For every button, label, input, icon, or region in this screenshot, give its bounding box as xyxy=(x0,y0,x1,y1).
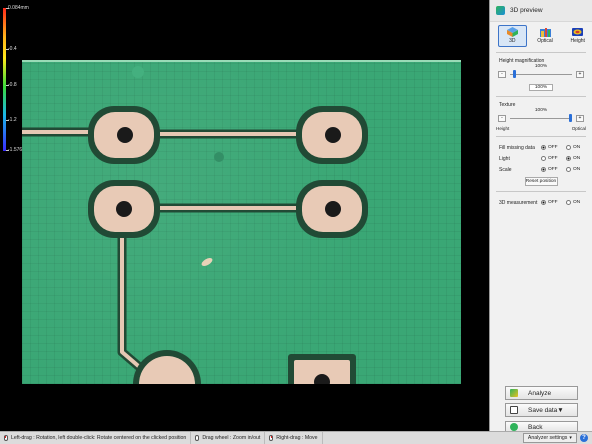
mouse-right-icon xyxy=(269,435,274,441)
status-text: Left-drag : Rotation, left double-click:… xyxy=(11,435,187,441)
radio-dot xyxy=(541,200,546,205)
analyze-label: Analyze xyxy=(528,389,552,397)
radio-dot xyxy=(541,167,546,172)
fill-missing-data-on-radio[interactable]: ON xyxy=(566,145,591,150)
radio-label: OFF xyxy=(548,156,558,161)
options-list: Fill missing data OFF ON Light OFF ON Scale OFF… xyxy=(490,142,592,175)
texture-increase-button[interactable]: + xyxy=(576,115,584,122)
height-magnification-input[interactable]: 100% xyxy=(529,84,553,91)
radio-dot xyxy=(541,145,546,150)
save-data-button[interactable]: Save data▼ xyxy=(505,403,578,417)
mode-3d-button[interactable]: 3D xyxy=(498,25,527,47)
colorbar-label-min: -1.576 xyxy=(8,147,23,153)
radio-dot xyxy=(566,200,571,205)
status-right-drag: Right-drag : Move xyxy=(265,432,323,444)
mode-label: 3D xyxy=(509,38,516,44)
analyzer-settings-label: Analyzer settings xyxy=(527,435,568,441)
light-on-radio[interactable]: ON xyxy=(566,156,591,161)
colorbar-label-max: 0.084mm xyxy=(8,5,29,11)
colorbar-label: -1.2 xyxy=(8,117,17,123)
analyze-button[interactable]: Analyze xyxy=(505,386,578,400)
mouse-left-icon xyxy=(4,435,8,441)
option-row: Fill missing data OFF ON xyxy=(490,142,592,153)
save-icon xyxy=(510,406,518,414)
radio-label: ON xyxy=(573,167,581,172)
texture-right-label: Optical xyxy=(571,126,586,131)
scale-on-radio[interactable]: ON xyxy=(566,167,591,172)
option-row: Light OFF ON xyxy=(490,153,592,164)
height-colorbar xyxy=(3,8,6,151)
radio-dot xyxy=(541,156,546,161)
height-magnification-slider[interactable]: 100% - + xyxy=(498,64,584,82)
mouse-wheel-icon xyxy=(195,435,200,441)
texture-end-labels: Height Optical xyxy=(496,126,586,131)
light-off-radio[interactable]: OFF xyxy=(541,156,566,161)
3d-viewport[interactable]: 0.084mm -0.4 -0.8 -1.2 -1.576 xyxy=(0,0,489,431)
back-label: Back xyxy=(528,423,543,431)
scale-off-radio[interactable]: OFF xyxy=(541,167,566,172)
radio-dot xyxy=(566,167,571,172)
option-label: Fill missing data xyxy=(499,144,535,151)
mode-height-button[interactable]: Height xyxy=(563,25,592,47)
3d-measurement-on-radio[interactable]: ON xyxy=(566,200,591,205)
option-3d-measurement: 3D measurement OFF ON xyxy=(490,197,592,208)
help-icon[interactable]: ? xyxy=(580,434,588,442)
status-bar: Left-drag : Rotation, left double-click:… xyxy=(0,431,592,444)
status-left-drag: Left-drag : Rotation, left double-click:… xyxy=(0,432,192,444)
height-view-icon xyxy=(572,28,584,36)
mode-optical-button[interactable]: Optical xyxy=(531,25,560,47)
pcb-surface-image xyxy=(22,60,461,384)
back-arrow-icon xyxy=(510,423,518,431)
texture-value: 100% xyxy=(534,108,548,113)
view-mode-selector: 3D Optical Height xyxy=(490,22,592,47)
option-label: 3D measurement xyxy=(499,199,538,206)
fill-missing-data-off-radio[interactable]: OFF xyxy=(541,145,566,150)
status-wheel: Drag wheel : Zoom in/out xyxy=(191,432,266,444)
panel-header: 3D preview xyxy=(490,0,592,22)
divider xyxy=(496,136,586,137)
slider-thumb[interactable] xyxy=(512,70,516,78)
divider xyxy=(496,96,586,97)
colorbar-label: -0.4 xyxy=(8,46,17,52)
chevron-down-icon: ▾ xyxy=(569,435,572,441)
radio-label: ON xyxy=(573,156,581,161)
mode-label: Height xyxy=(570,38,585,44)
divider xyxy=(496,191,586,192)
pcb-traces-and-pads xyxy=(22,66,368,384)
option-row: Scale OFF ON xyxy=(490,164,592,175)
reset-position-button[interactable]: Reset position xyxy=(524,177,558,186)
save-data-label: Save data▼ xyxy=(528,406,564,414)
option-label: Scale xyxy=(499,166,512,173)
status-text: Right-drag : Move xyxy=(276,435,318,441)
radio-label: OFF xyxy=(548,200,558,205)
height-magnification-value: 100% xyxy=(534,64,548,69)
3d-preview-panel: 3D preview 3D Optical Height Height magn… xyxy=(489,0,592,433)
option-label: Light xyxy=(499,155,510,162)
optical-view-icon xyxy=(539,28,551,37)
height-magnification-increase-button[interactable]: + xyxy=(576,71,584,78)
analyzer-settings-button[interactable]: Analyzer settings ▾ xyxy=(522,433,577,443)
texture-decrease-button[interactable]: - xyxy=(498,115,506,122)
divider xyxy=(496,52,586,53)
3d-preview-icon xyxy=(496,6,505,15)
radio-label: ON xyxy=(573,200,581,205)
slider-thumb[interactable] xyxy=(569,114,572,122)
panel-title: 3D preview xyxy=(510,7,543,14)
radio-dot xyxy=(566,156,571,161)
height-magnification-decrease-button[interactable]: - xyxy=(498,71,506,78)
status-text: Drag wheel : Zoom in/out xyxy=(202,435,261,441)
colorbar-label: -0.8 xyxy=(8,82,17,88)
mode-label: Optical xyxy=(537,38,553,44)
radio-dot xyxy=(566,145,571,150)
texture-slider[interactable]: 100% - + xyxy=(498,108,584,126)
radio-label: OFF xyxy=(548,145,558,150)
slider-track xyxy=(510,74,572,75)
3d-view-icon xyxy=(506,27,518,37)
slider-track xyxy=(510,118,572,119)
radio-label: OFF xyxy=(548,167,558,172)
3d-measurement-off-radio[interactable]: OFF xyxy=(541,200,566,205)
radio-label: ON xyxy=(573,145,581,150)
texture-left-label: Height xyxy=(496,126,510,131)
analyze-icon xyxy=(510,389,518,397)
